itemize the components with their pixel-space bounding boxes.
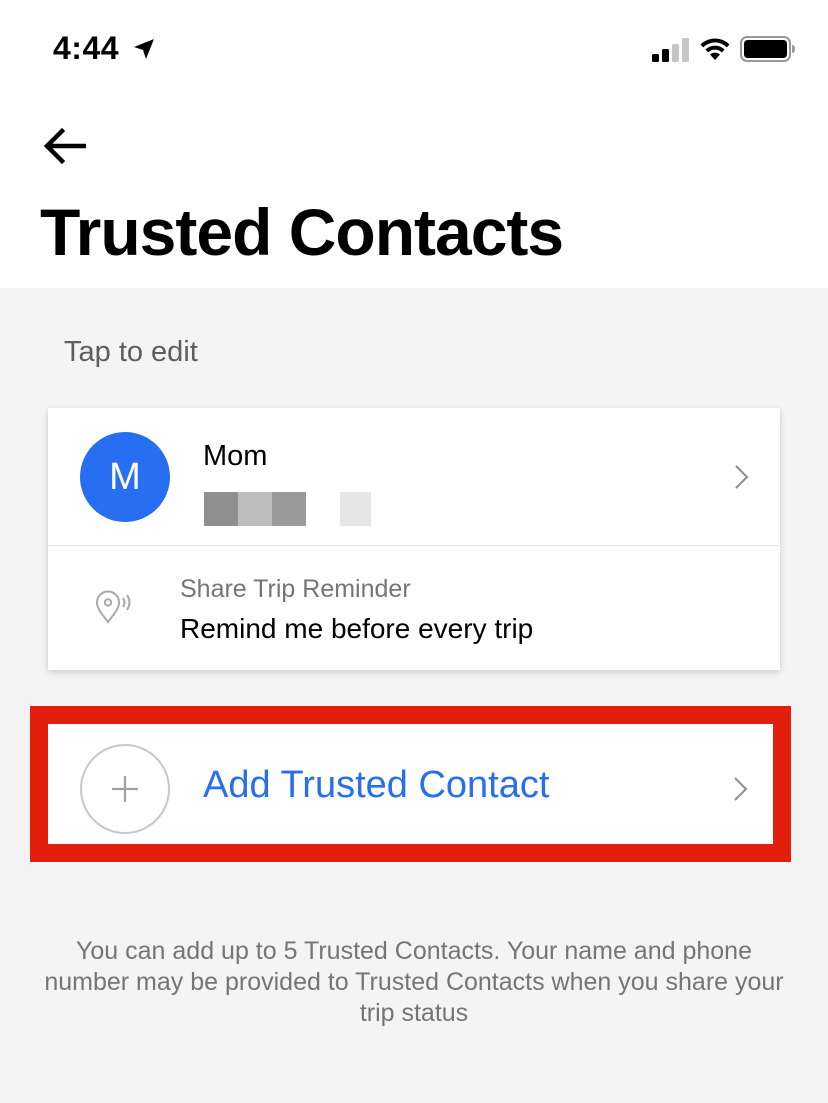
page-title: Trusted Contacts <box>40 195 564 269</box>
plus-circle <box>80 744 170 834</box>
cellular-signal-icon <box>652 38 689 62</box>
wifi-icon <box>700 38 730 60</box>
add-trusted-contact-button[interactable]: Add Trusted Contact <box>48 724 773 844</box>
tap-to-edit-hint: Tap to edit <box>64 336 198 368</box>
back-button[interactable] <box>38 120 90 172</box>
contact-name: Mom <box>203 440 268 472</box>
page-header: Trusted Contacts <box>0 96 828 288</box>
location-arrow-icon <box>134 39 154 59</box>
chevron-right-icon <box>734 777 748 801</box>
back-arrow-icon <box>43 127 86 165</box>
plus-icon <box>112 776 138 802</box>
status-bar: 4:44 <box>0 0 828 96</box>
chevron-right-icon <box>735 465 749 489</box>
battery-icon <box>740 36 795 62</box>
reminder-value: Remind me before every trip <box>180 613 534 644</box>
contact-card: M Mom Share Trip Reminder Remind me befo… <box>48 408 780 670</box>
trusted-contacts-screen: 4:44 Trusted Contacts Tap to edit M Mom … <box>0 0 828 1103</box>
avatar: M <box>80 432 170 522</box>
location-pin-broadcast-icon <box>95 590 131 624</box>
redacted-phone-number <box>204 492 374 526</box>
status-time: 4:44 <box>53 30 120 66</box>
reminder-label: Share Trip Reminder <box>180 575 411 603</box>
contact-row-mom[interactable]: M Mom <box>48 408 780 546</box>
add-trusted-contact-label: Add Trusted Contact <box>203 764 550 806</box>
share-trip-reminder-row[interactable]: Share Trip Reminder Remind me before eve… <box>48 547 780 670</box>
trusted-contacts-info-text: You can add up to 5 Trusted Contacts. Yo… <box>44 937 784 1027</box>
